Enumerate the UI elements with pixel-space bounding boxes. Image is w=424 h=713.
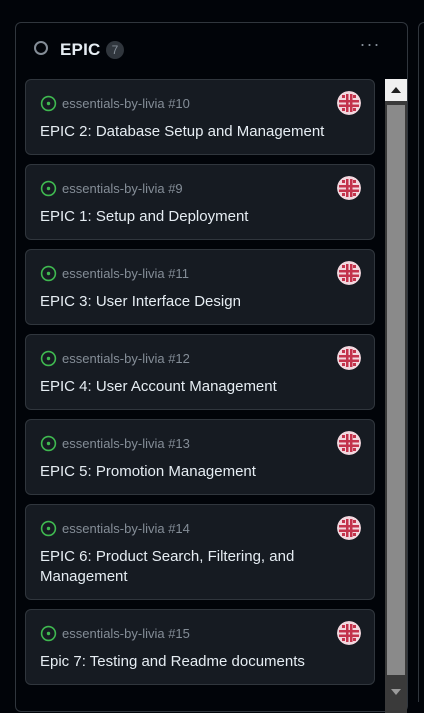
identicon-avatar[interactable] — [337, 346, 361, 370]
issue-reference[interactable]: essentials-by-livia #14 — [62, 521, 190, 536]
issue-title[interactable]: EPIC 2: Database Setup and Management — [40, 122, 360, 142]
kebab-horizontal-icon[interactable]: ··· — [358, 33, 382, 55]
scrollbar-thumb[interactable] — [387, 105, 405, 675]
card-reference: essentials-by-livia #15 — [40, 625, 360, 641]
issue-title[interactable]: Epic 7: Testing and Readme documents — [40, 652, 360, 672]
issue-reference[interactable]: essentials-by-livia #10 — [62, 96, 190, 111]
issue-reference[interactable]: essentials-by-livia #11 — [62, 266, 189, 281]
identicon-avatar[interactable] — [337, 261, 361, 285]
card-reference: essentials-by-livia #9 — [40, 180, 360, 196]
issue-title[interactable]: EPIC 3: User Interface Design — [40, 292, 360, 312]
identicon-avatar[interactable] — [337, 176, 361, 200]
card-reference: essentials-by-livia #14 — [40, 520, 360, 536]
board-column-epic: EPIC 7 ··· essentials-by-livia #10 EPIC … — [15, 22, 408, 713]
issue-opened-icon — [40, 180, 57, 196]
issue-card[interactable]: essentials-by-livia #14 EPIC 6: Product … — [25, 504, 375, 600]
issue-card[interactable]: essentials-by-livia #15 Epic 7: Testing … — [25, 609, 375, 685]
column-header: EPIC 7 ··· — [16, 23, 407, 75]
scroll-down-arrow-icon[interactable] — [385, 681, 407, 703]
issue-card[interactable]: essentials-by-livia #12 EPIC 4: User Acc… — [25, 334, 375, 410]
scroll-up-arrow-icon[interactable] — [385, 79, 407, 101]
issue-card[interactable]: essentials-by-livia #9 EPIC 1: Setup and… — [25, 164, 375, 240]
identicon-avatar[interactable] — [337, 621, 361, 645]
issue-title[interactable]: EPIC 6: Product Search, Filtering, and M… — [40, 547, 360, 587]
issue-opened-icon — [40, 625, 57, 641]
issue-card[interactable]: essentials-by-livia #10 EPIC 2: Database… — [25, 79, 375, 155]
vertical-scrollbar[interactable] — [385, 79, 407, 713]
column-title: EPIC — [60, 40, 101, 59]
issue-opened-icon — [40, 95, 57, 111]
identicon-avatar[interactable] — [337, 431, 361, 455]
circle-icon — [34, 41, 48, 55]
issue-reference[interactable]: essentials-by-livia #9 — [62, 181, 183, 196]
card-list: essentials-by-livia #10 EPIC 2: Database… — [25, 79, 375, 694]
issue-title[interactable]: EPIC 4: User Account Management — [40, 377, 360, 397]
issue-reference[interactable]: essentials-by-livia #12 — [62, 351, 190, 366]
issue-card[interactable]: essentials-by-livia #11 EPIC 3: User Int… — [25, 249, 375, 325]
issue-reference[interactable]: essentials-by-livia #13 — [62, 436, 190, 451]
issue-reference[interactable]: essentials-by-livia #15 — [62, 626, 190, 641]
column-count-badge: 7 — [106, 41, 124, 59]
issue-title[interactable]: EPIC 5: Promotion Management — [40, 462, 360, 482]
card-reference: essentials-by-livia #13 — [40, 435, 360, 451]
card-reference: essentials-by-livia #12 — [40, 350, 360, 366]
issue-card[interactable]: essentials-by-livia #13 EPIC 5: Promotio… — [25, 419, 375, 495]
adjacent-column-edge — [418, 22, 424, 702]
issue-opened-icon — [40, 265, 57, 281]
issue-title[interactable]: EPIC 1: Setup and Deployment — [40, 207, 360, 227]
issue-opened-icon — [40, 435, 57, 451]
identicon-avatar[interactable] — [337, 516, 361, 540]
card-reference: essentials-by-livia #11 — [40, 265, 360, 281]
issue-opened-icon — [40, 350, 57, 366]
card-reference: essentials-by-livia #10 — [40, 95, 360, 111]
identicon-avatar[interactable] — [337, 91, 361, 115]
issue-opened-icon — [40, 520, 57, 536]
